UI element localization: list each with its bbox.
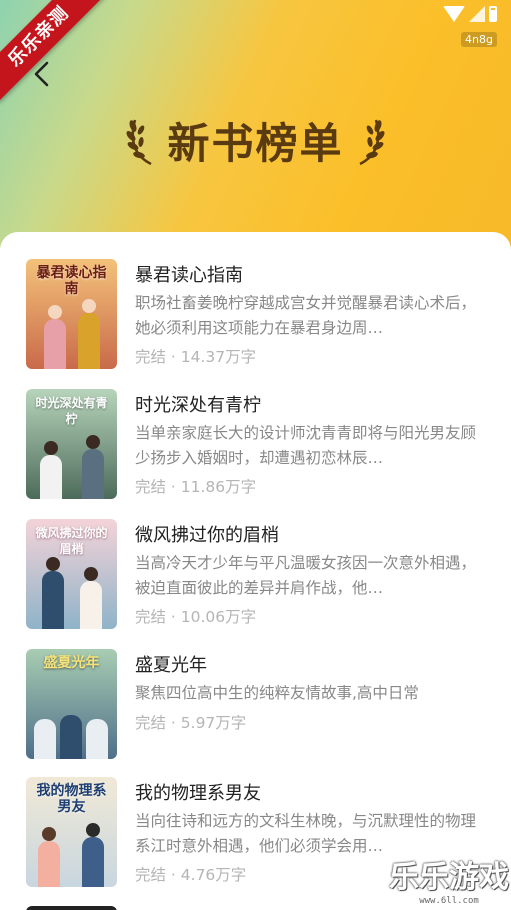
wifi-icon <box>443 6 465 22</box>
book-meta: 完结 · 5.97万字 <box>135 714 247 732</box>
book-title: 暴君读心指南 <box>135 265 243 286</box>
cellular-signal-icon <box>469 6 485 22</box>
next-book-cover-partial <box>26 906 117 910</box>
book-title: 微风拂过你的眉梢 <box>135 525 279 546</box>
book-title: 时光深处有青柠 <box>135 395 261 416</box>
status-icons <box>443 6 497 22</box>
network-speed-badge: 4n8g <box>461 32 497 47</box>
watermark-url: www.6ll.com <box>419 896 479 906</box>
laurel-left-icon <box>126 119 153 166</box>
book-item-1[interactable]: 暴君读心指南 暴君读心指南 职场社畜姜晚柠穿越成宫女并觉醒暴君读心术后，她必须利… <box>26 259 486 369</box>
book-item-2[interactable]: 时光深处有青柠 时光深处有青柠 当单亲家庭长大的设计师沈青青即将与阳光男友顾少扬… <box>26 389 486 499</box>
book-description: 职场社畜姜晚柠穿越成宫女并觉醒暴君读心术后，她必须利用这项能力在暴君身边周… <box>135 294 477 337</box>
laurel-right-icon <box>358 119 384 166</box>
book-item-4[interactable]: 盛夏光年 盛夏光年 聚焦四位高中生的纯粹友情故事,高中日常 完结 · 5.97万… <box>26 649 486 759</box>
book-item-3[interactable]: 微风拂过你的眉梢 微风拂过你的眉梢 当高冷天才少年与平凡温暖女孩因一次意外相遇，… <box>26 519 486 629</box>
book-description: 当单亲家庭长大的设计师沈青青即将与阳光男友顾少扬步入婚姻时，却遭遇初恋林辰… <box>135 424 477 467</box>
cover-title: 我的物理系男友 <box>36 783 107 815</box>
cover-title: 盛夏光年 <box>43 655 100 671</box>
cover-title: 暴君读心指南 <box>36 265 107 297</box>
book-cover: 微风拂过你的眉梢 <box>26 519 117 629</box>
watermark: 乐乐游戏 www.6ll.com <box>389 852 509 906</box>
book-meta: 完结 · 4.76万字 <box>135 866 247 884</box>
battery-icon <box>489 6 497 22</box>
book-description: 聚焦四位高中生的纯粹友情故事,高中日常 <box>135 684 419 702</box>
book-meta: 完结 · 11.86万字 <box>135 478 257 496</box>
book-meta: 完结 · 10.06万字 <box>135 608 257 626</box>
book-meta: 完结 · 14.37万字 <box>135 348 257 366</box>
book-cover: 暴君读心指南 <box>26 259 117 369</box>
book-cover: 盛夏光年 <box>26 649 117 759</box>
header-banner: 4n8g 新书榜单 <box>0 0 511 260</box>
book-description: 当高冷天才少年与平凡温暖女孩因一次意外相遇，被迫直面彼此的差异并肩作战，他… <box>135 554 477 597</box>
cover-title: 时光深处有青柠 <box>35 396 108 426</box>
page-title: 新书榜单 <box>167 118 344 168</box>
book-cover: 我的物理系男友 <box>26 777 117 887</box>
book-cover: 时光深处有青柠 <box>26 389 117 499</box>
cover-title: 微风拂过你的眉梢 <box>35 526 108 556</box>
book-title: 我的物理系男友 <box>135 783 261 804</box>
book-list-card: 暴君读心指南 暴君读心指南 职场社畜姜晚柠穿越成宫女并觉醒暴君读心术后，她必须利… <box>0 232 511 910</box>
book-title: 盛夏光年 <box>135 655 207 676</box>
watermark-logo: 乐乐游戏 <box>389 860 509 895</box>
title-block: 新书榜单 <box>0 108 511 172</box>
